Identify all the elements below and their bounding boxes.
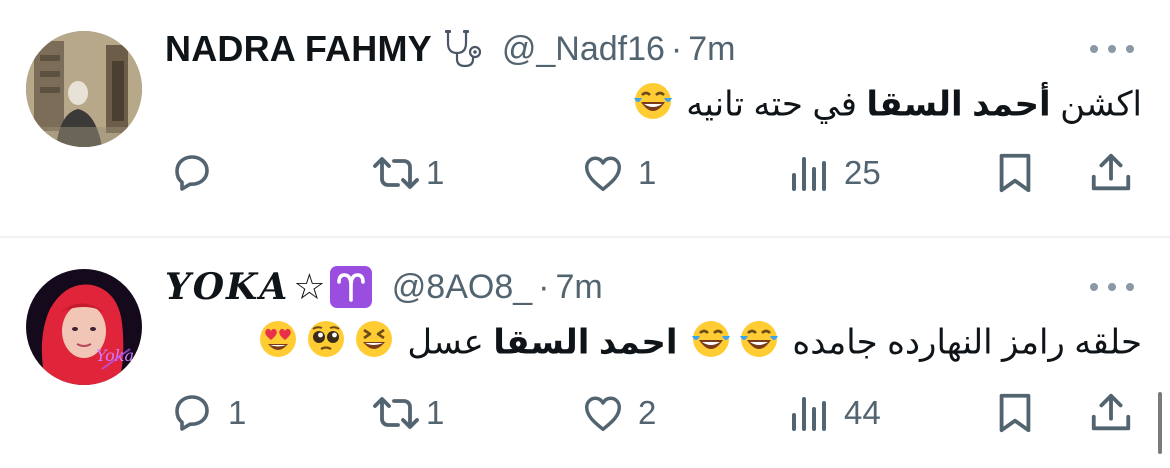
- bookmark-icon: [999, 393, 1031, 433]
- views-chart-icon: [792, 397, 826, 431]
- tweet-text-part: اكشن: [1050, 85, 1142, 124]
- more-options-icon[interactable]: [1090, 42, 1134, 56]
- aries-icon: [329, 266, 372, 308]
- avatar[interactable]: [26, 31, 142, 147]
- like-count: 1: [638, 154, 657, 191]
- tweet-text-bold: أحمد السقا: [866, 85, 1051, 124]
- reply-button[interactable]: [168, 148, 228, 198]
- user-handle[interactable]: @_Nadf16: [502, 30, 665, 69]
- views-button[interactable]: 25: [788, 148, 881, 198]
- reply-icon: [175, 155, 209, 191]
- tweet-text: حلقه رامز النهارده جامده احمد السقا عسل: [254, 318, 1142, 371]
- share-button[interactable]: [1088, 388, 1134, 438]
- heart-eyes-face-icon: [257, 318, 299, 371]
- grinning-squinting-face-icon: [353, 318, 395, 371]
- timestamp[interactable]: 7m: [688, 30, 735, 69]
- tweet-text-bold: احمد السقا: [493, 323, 678, 362]
- display-name[interactable]: NADRA FAHMY: [165, 28, 432, 70]
- retweet-button[interactable]: 1: [370, 388, 444, 438]
- views-button[interactable]: 44: [788, 388, 881, 438]
- tweet[interactable]: Yoka 𝒀𝑶𝑲𝑨 ☆ @8AO8_ · 7m حلقه رامز النهار…: [0, 238, 1170, 468]
- more-options-icon[interactable]: [1090, 280, 1134, 294]
- timestamp[interactable]: 7m: [555, 268, 602, 307]
- share-icon: [1091, 153, 1131, 191]
- tweet-text-part: عسل: [397, 323, 494, 362]
- reply-count: 1: [228, 394, 247, 431]
- star-symbol: ☆: [293, 266, 326, 307]
- tweet-text-part: حلقه رامز النهارده جامده: [782, 323, 1142, 362]
- separator-dot: ·: [538, 267, 550, 306]
- share-icon: [1091, 393, 1131, 431]
- separator-dot: ·: [670, 29, 683, 68]
- display-name[interactable]: 𝒀𝑶𝑲𝑨: [165, 266, 289, 308]
- face-with-tears-of-joy-icon: [738, 318, 780, 371]
- face-with-tears-of-joy-icon: [632, 80, 674, 133]
- retweet-icon: [373, 397, 419, 429]
- heart-icon: [584, 156, 622, 192]
- face-with-tears-of-joy-icon: [690, 318, 732, 371]
- avatar[interactable]: Yoka: [26, 269, 142, 385]
- svg-text:Yoka: Yoka: [96, 346, 134, 365]
- bookmark-button[interactable]: [995, 148, 1035, 198]
- tweet-header: NADRA FAHMY @_Nadf16 · 7m: [165, 27, 735, 71]
- like-button[interactable]: 1: [580, 148, 656, 198]
- heart-icon: [584, 396, 622, 432]
- scrollbar[interactable]: [1158, 392, 1162, 454]
- tweet-actions: 1 1 2 44: [0, 388, 1170, 438]
- tweet-actions: 1 1 25: [0, 148, 1170, 198]
- stethoscope-icon: [442, 29, 488, 69]
- tweet-header: 𝒀𝑶𝑲𝑨 ☆ @8AO8_ · 7m: [165, 265, 603, 309]
- reply-button[interactable]: 1: [168, 388, 246, 438]
- retweet-count: 1: [426, 394, 445, 431]
- pleading-face-icon: [305, 318, 347, 371]
- view-count: 44: [844, 394, 881, 431]
- retweet-icon: [373, 157, 419, 189]
- bookmark-icon: [999, 153, 1031, 193]
- reply-icon: [175, 395, 209, 431]
- retweet-button[interactable]: 1: [370, 148, 444, 198]
- view-count: 25: [844, 154, 881, 191]
- tweet[interactable]: NADRA FAHMY @_Nadf16 · 7m اكشن أحمد السق…: [0, 0, 1170, 236]
- like-count: 2: [638, 394, 657, 431]
- tweet-text: اكشن أحمد السقا في حته تانيه: [629, 80, 1142, 133]
- like-button[interactable]: 2: [580, 388, 656, 438]
- share-button[interactable]: [1088, 148, 1134, 198]
- tweet-text-part: في حته تانيه: [676, 85, 867, 124]
- bookmark-button[interactable]: [995, 388, 1035, 438]
- views-chart-icon: [792, 157, 826, 191]
- retweet-count: 1: [426, 154, 445, 191]
- user-handle[interactable]: @8AO8_: [392, 268, 532, 307]
